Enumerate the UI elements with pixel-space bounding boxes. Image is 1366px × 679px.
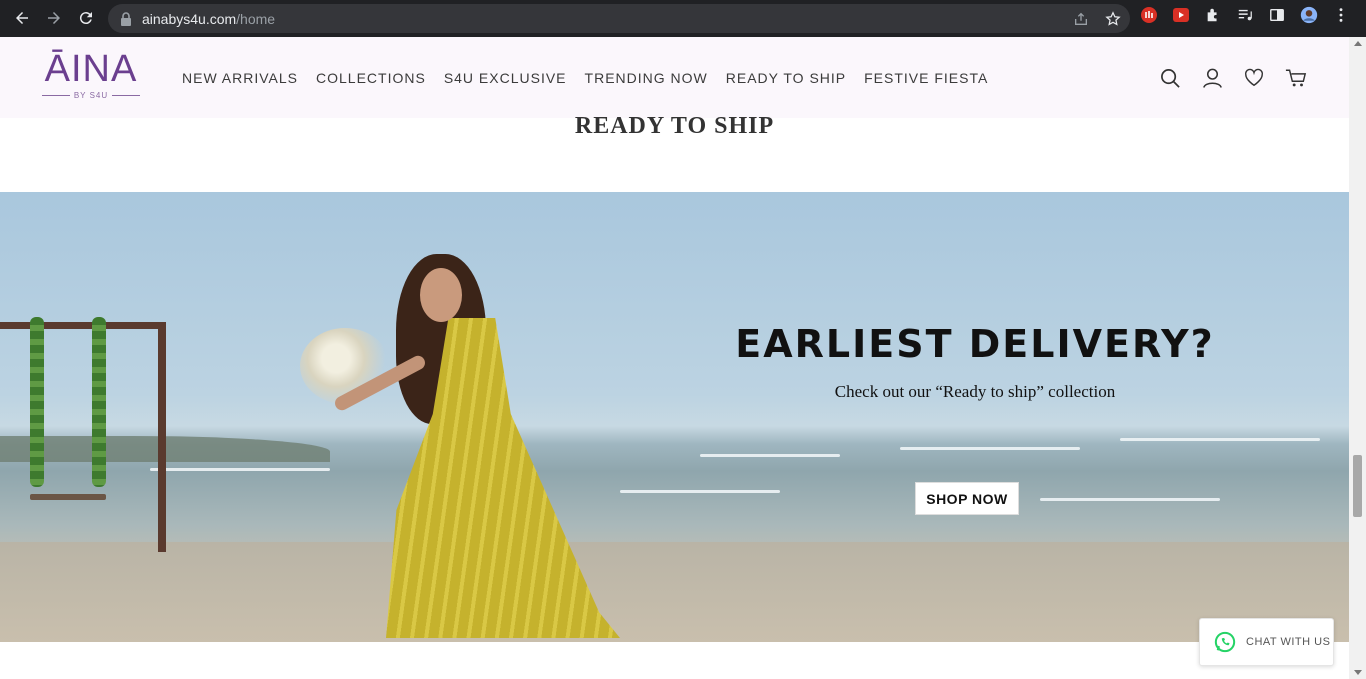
shop-now-button[interactable]: SHOP NOW	[915, 482, 1019, 515]
extensions-puzzle-icon[interactable]	[1204, 6, 1222, 24]
page-scrollbar[interactable]	[1349, 37, 1366, 679]
nav-s4u-exclusive[interactable]: S4U EXCLUSIVE	[444, 70, 567, 86]
nav-new-arrivals[interactable]: NEW ARRIVALS	[182, 70, 298, 86]
share-icon[interactable]	[1072, 10, 1090, 28]
side-panel-icon[interactable]	[1268, 6, 1286, 24]
video-extension-icon[interactable]	[1172, 6, 1190, 24]
account-icon[interactable]	[1201, 67, 1223, 89]
whatsapp-chat-widget[interactable]: CHAT WITH US	[1199, 618, 1334, 666]
nav-festive-fiesta[interactable]: FESTIVE FIESTA	[864, 70, 988, 86]
browser-toolbar: ainabys4u.com/home	[0, 0, 1366, 37]
whatsapp-icon	[1214, 631, 1236, 653]
profile-avatar[interactable]	[1300, 6, 1318, 24]
section-title: READY TO SHIP	[574, 113, 775, 139]
model-photo	[300, 248, 640, 642]
banner-heading: EARLIEST DELIVERY?	[735, 322, 1215, 366]
media-control-icon[interactable]	[1236, 6, 1254, 24]
hero-banner: EARLIEST DELIVERY? Check out our “Ready …	[0, 192, 1349, 642]
nav-collections[interactable]: COLLECTIONS	[316, 70, 426, 86]
wishlist-heart-icon[interactable]	[1243, 67, 1265, 89]
reload-icon[interactable]	[70, 2, 102, 34]
adblock-extension-icon[interactable]	[1140, 6, 1158, 24]
logo-tagline: BY S4U	[73, 91, 109, 100]
cart-icon[interactable]	[1285, 67, 1307, 89]
site-logo[interactable]: ĀINA BY S4U	[38, 49, 144, 105]
forward-icon[interactable]	[38, 2, 70, 34]
back-icon[interactable]	[6, 2, 38, 34]
scroll-down-arrow-icon[interactable]	[1354, 670, 1362, 675]
chrome-menu-icon[interactable]	[1332, 6, 1350, 24]
page-viewport: ĀINA BY S4U NEW ARRIVALS COLLECTIONS S4U…	[0, 37, 1349, 679]
site-header: ĀINA BY S4U NEW ARRIVALS COLLECTIONS S4U…	[0, 37, 1349, 118]
search-icon[interactable]	[1159, 67, 1181, 89]
header-actions	[1159, 67, 1307, 89]
url-text: ainabys4u.com/home	[142, 10, 276, 27]
scrollbar-thumb[interactable]	[1353, 455, 1362, 517]
bookmark-star-icon[interactable]	[1104, 10, 1122, 28]
chat-label: CHAT WITH US	[1246, 636, 1331, 648]
main-nav: NEW ARRIVALS COLLECTIONS S4U EXCLUSIVE T…	[182, 70, 988, 86]
scroll-up-arrow-icon[interactable]	[1354, 41, 1362, 46]
nav-trending-now[interactable]: TRENDING NOW	[585, 70, 708, 86]
address-bar[interactable]: ainabys4u.com/home	[108, 4, 1130, 33]
banner-subheading: Check out our “Ready to ship” collection	[834, 382, 1116, 401]
lock-icon	[121, 11, 131, 26]
nav-ready-to-ship[interactable]: READY TO SHIP	[726, 70, 846, 86]
